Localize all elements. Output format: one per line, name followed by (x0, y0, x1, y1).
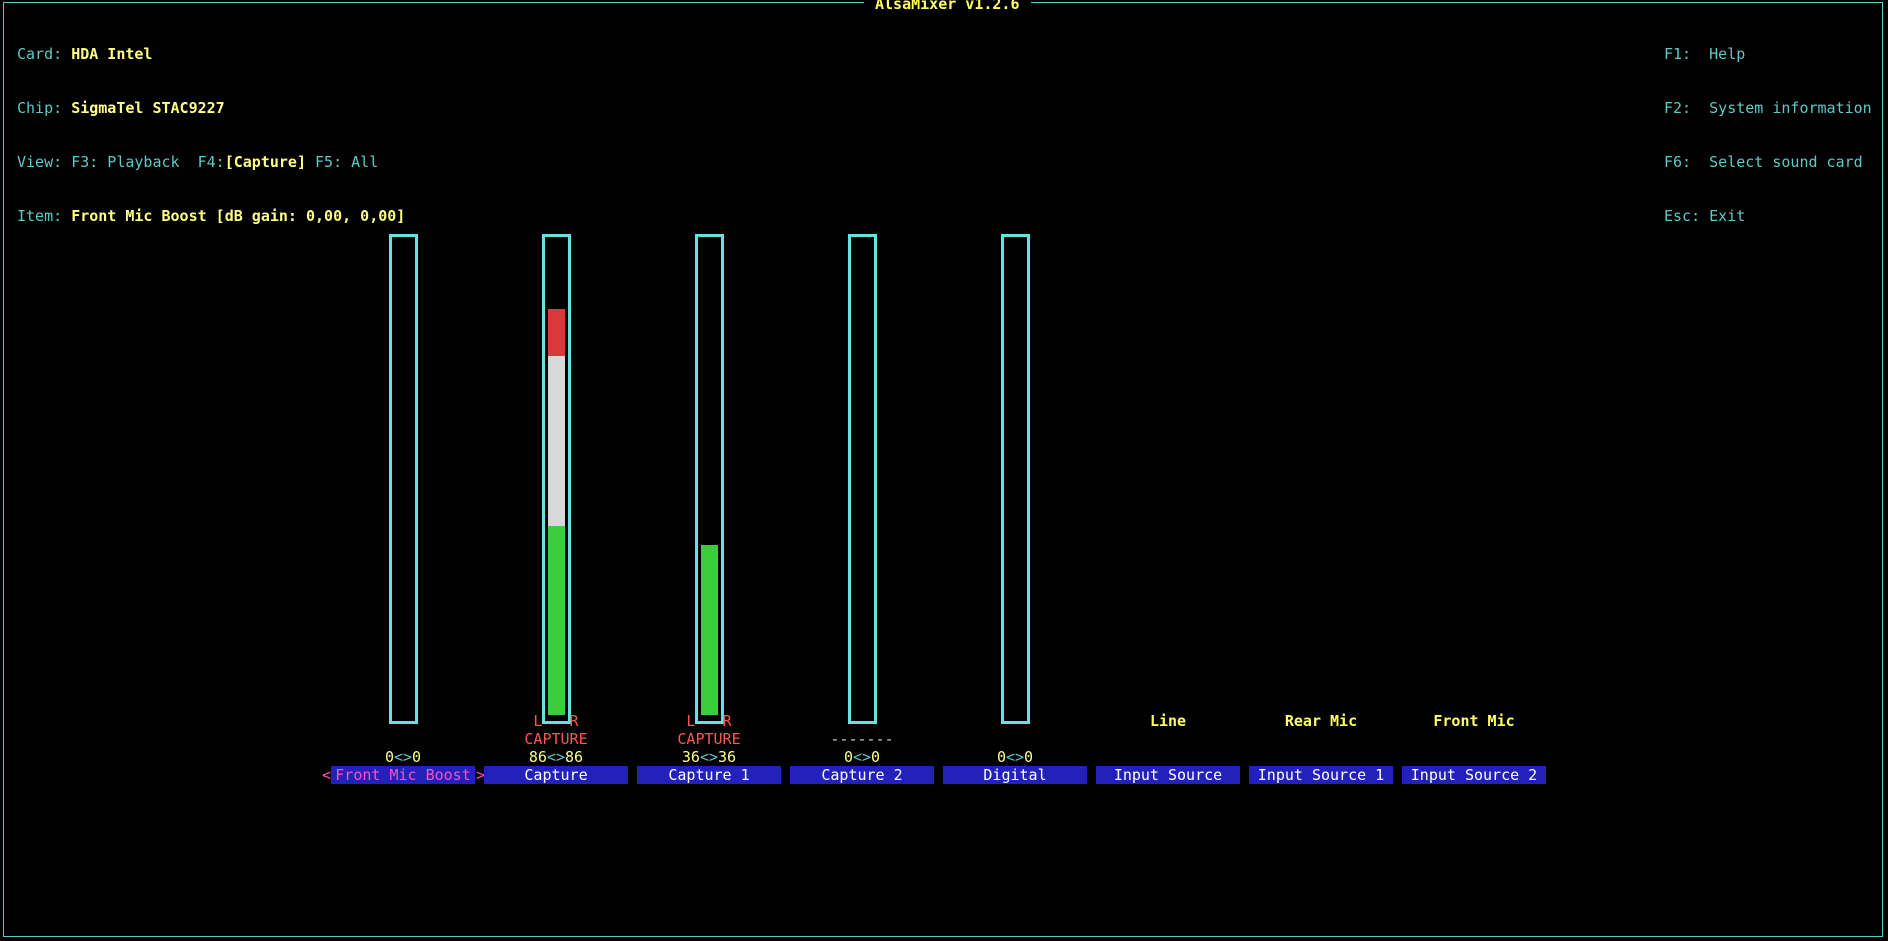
bar-fill (854, 243, 871, 715)
view-label: View: (17, 153, 63, 171)
channel-label[interactable]: Input Source 2 (1402, 766, 1546, 784)
channel-label[interactable]: Capture 2 (790, 766, 934, 784)
channel-label[interactable]: Input Source 1 (1249, 766, 1393, 784)
channel-capture-1[interactable]: L R CAPTURE 36<>36 Capture 1 (637, 0, 781, 941)
bar-fill (548, 243, 565, 715)
bar-fill (395, 243, 412, 715)
channel-label[interactable]: Front Mic Boost (331, 766, 475, 784)
volume-value: 86<>86 (528, 748, 584, 766)
level-green-segment (701, 545, 718, 715)
bar-fill (701, 243, 718, 715)
volume-value: 0<>0 (384, 748, 422, 766)
card-label: Card: (17, 45, 63, 63)
exit-key[interactable]: Esc: Exit (1664, 207, 1872, 225)
channel-label[interactable]: Capture 1 (637, 766, 781, 784)
channel-digital[interactable]: 0<>0 Digital (943, 0, 1087, 941)
channel-front-mic-boost[interactable]: 0<>0 < Front Mic Boost > (322, 0, 485, 941)
channel-capture-2[interactable]: ------- 0<>0 Capture 2 (790, 0, 934, 941)
view-capture-active: [Capture] (224, 153, 306, 171)
source-value[interactable]: Line (1096, 712, 1240, 730)
select-card-key[interactable]: F6: Select sound card (1664, 153, 1872, 171)
source-value[interactable]: Rear Mic (1249, 712, 1393, 730)
channel-input-source-1[interactable]: Rear Mic Input Source 1 (1249, 0, 1393, 941)
volume-bar[interactable] (1001, 234, 1030, 724)
capture-switch[interactable]: ------- (790, 730, 934, 748)
view-playback-key[interactable]: F3: Playback (71, 153, 179, 171)
volume-bar[interactable] (389, 234, 418, 724)
channel-label[interactable]: Input Source (1096, 766, 1240, 784)
system-info-key[interactable]: F2: System information (1664, 99, 1872, 117)
lr-indicator: L R (686, 712, 732, 730)
volume-bar[interactable] (695, 234, 724, 724)
volume-value: 0<>0 (843, 748, 881, 766)
view-capture-key[interactable]: F4: (198, 153, 225, 171)
channel-capture[interactable]: L R CAPTURE 86<>86 Capture (484, 0, 628, 941)
bar-fill (1007, 243, 1024, 715)
chip-label: Chip: (17, 99, 63, 117)
card-value: HDA Intel (71, 45, 153, 63)
volume-value: 36<>36 (681, 748, 737, 766)
capture-switch[interactable]: CAPTURE (484, 730, 628, 748)
level-white-segment (548, 356, 565, 527)
channel-input-source[interactable]: Line Input Source (1096, 0, 1240, 941)
chip-value: SigmaTel STAC9227 (71, 99, 225, 117)
item-label: Item: (17, 207, 63, 225)
selection-left-marker: < (322, 766, 332, 784)
volume-bar[interactable] (542, 234, 571, 724)
help-key[interactable]: F1: Help (1664, 45, 1872, 63)
lr-indicator: L R (533, 712, 579, 730)
alsamixer-window: AlsaMixer v1.2.6 Card: HDA Intel Chip: S… (0, 0, 1888, 941)
capture-switch[interactable]: CAPTURE (637, 730, 781, 748)
volume-value: 0<>0 (996, 748, 1034, 766)
level-red-segment (548, 309, 565, 357)
key-help-panel: F1: Help F2: System information F6: Sele… (1664, 9, 1872, 261)
volume-bar[interactable] (848, 234, 877, 724)
source-value[interactable]: Front Mic (1402, 712, 1546, 730)
channel-label[interactable]: Digital (943, 766, 1087, 784)
channel-label[interactable]: Capture (484, 766, 628, 784)
level-green-segment (548, 526, 565, 715)
channel-input-source-2[interactable]: Front Mic Input Source 2 (1402, 0, 1546, 941)
